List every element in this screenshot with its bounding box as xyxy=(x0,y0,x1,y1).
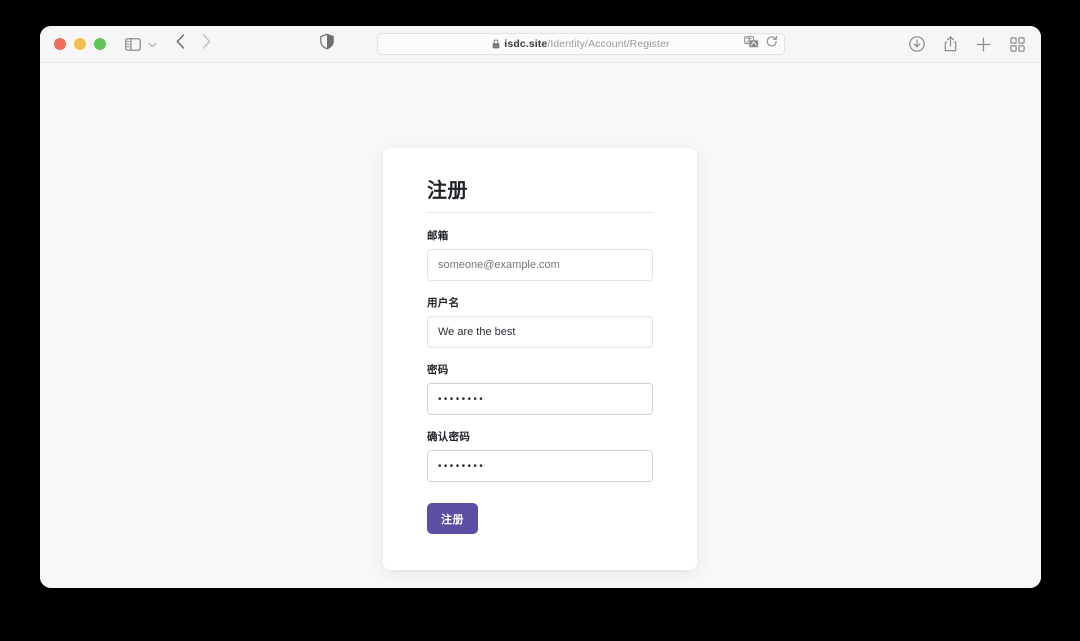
address-bar-path: /Identity/Account/Register xyxy=(547,38,670,50)
lock-icon xyxy=(492,39,500,49)
title-divider xyxy=(427,212,653,213)
minimize-button[interactable] xyxy=(74,38,86,50)
back-button[interactable] xyxy=(176,34,185,54)
window-controls xyxy=(54,38,106,50)
username-label: 用户名 xyxy=(427,297,460,309)
close-button[interactable] xyxy=(54,38,66,50)
sidebar-toggle-group xyxy=(125,35,157,53)
register-submit-button[interactable]: 注册 xyxy=(427,503,478,534)
sidebar-icon[interactable] xyxy=(125,37,141,51)
password-label: 密码 xyxy=(427,364,449,376)
page-title: 注册 xyxy=(427,180,468,202)
form-field-confirm-password: 确认密码 xyxy=(427,429,653,482)
email-label: 邮箱 xyxy=(427,230,449,242)
form-field-email: 邮箱 xyxy=(427,228,653,281)
register-card: 注册 邮箱 用户名 密码 确认密码 注册 xyxy=(383,148,697,570)
forward-button[interactable] xyxy=(202,34,211,54)
privacy-shield-icon[interactable] xyxy=(320,33,334,55)
translate-icon[interactable] xyxy=(744,35,759,53)
plus-icon[interactable] xyxy=(976,37,991,52)
toolbar-right-actions xyxy=(909,36,1025,52)
browser-toolbar: isdc.site/Identity/Account/Register xyxy=(40,26,1041,63)
address-bar-actions xyxy=(744,35,778,53)
page-content: 注册 邮箱 用户名 密码 确认密码 注册 xyxy=(40,63,1041,588)
grid-icon[interactable] xyxy=(1010,36,1025,52)
chevron-down-icon[interactable] xyxy=(148,35,157,53)
navigation-buttons xyxy=(176,34,211,54)
address-bar-domain: isdc.site xyxy=(504,38,548,50)
username-input[interactable] xyxy=(427,316,653,348)
form-field-password: 密码 xyxy=(427,362,653,415)
email-input[interactable] xyxy=(427,249,653,281)
confirm-password-input[interactable] xyxy=(427,450,653,482)
address-bar[interactable]: isdc.site/Identity/Account/Register xyxy=(377,33,785,55)
download-icon[interactable] xyxy=(909,36,925,52)
reload-icon[interactable] xyxy=(766,35,778,53)
maximize-button[interactable] xyxy=(94,38,106,50)
browser-window: isdc.site/Identity/Account/Register 注册 邮… xyxy=(40,26,1041,588)
password-input[interactable] xyxy=(427,383,653,415)
form-field-username: 用户名 xyxy=(427,295,653,348)
confirm-password-label: 确认密码 xyxy=(427,431,471,443)
address-bar-text: isdc.site/Identity/Account/Register xyxy=(492,38,669,50)
share-icon[interactable] xyxy=(944,36,957,52)
